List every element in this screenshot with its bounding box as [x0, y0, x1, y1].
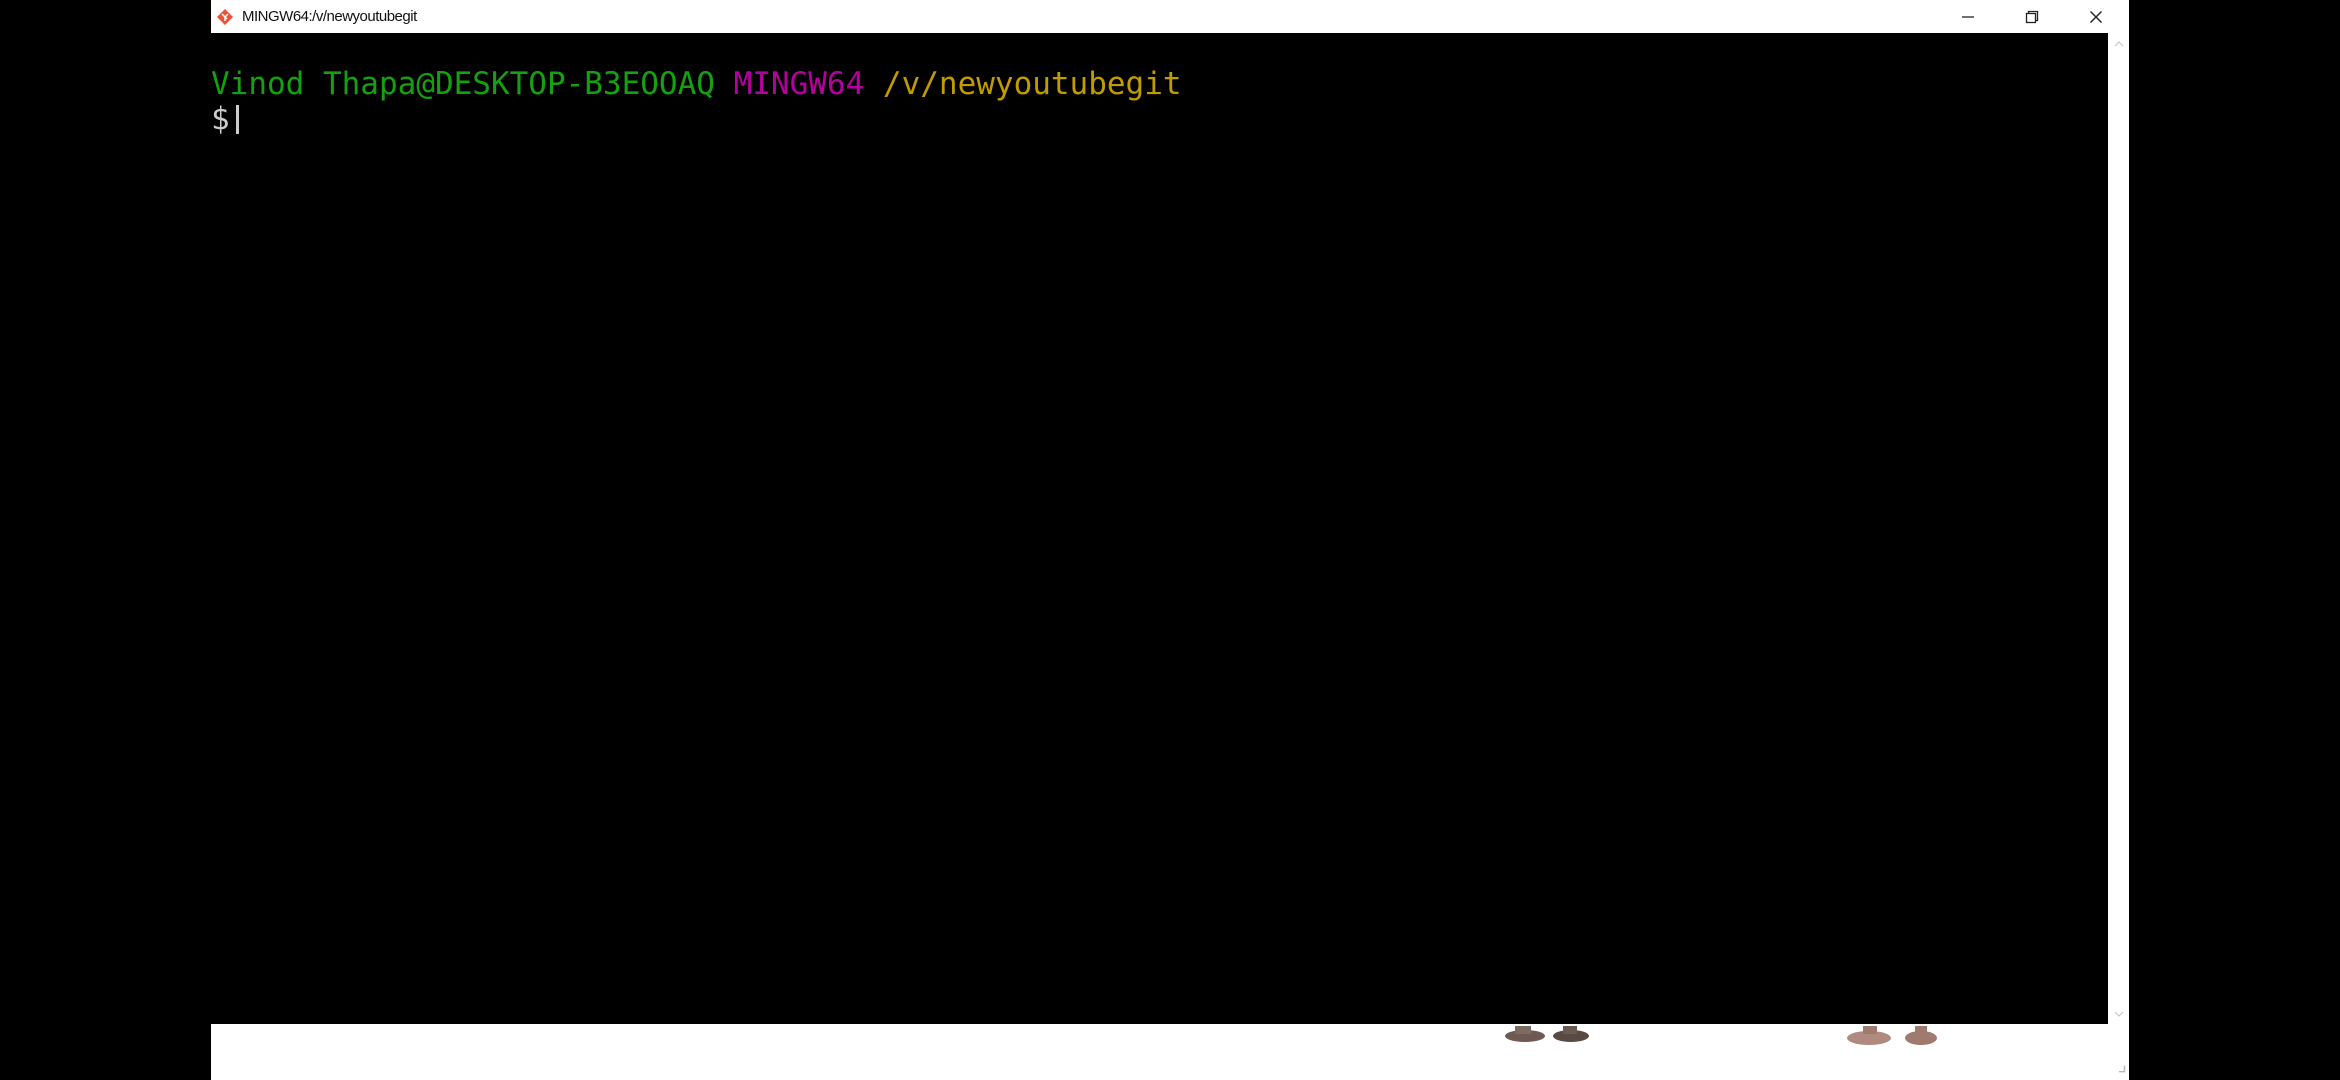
terminal-output[interactable]: Vinod Thapa@DESKTOP-B3EOOAQ MINGW64 /v/n… — [211, 33, 2108, 1024]
resize-grip-icon[interactable]: ⌟ — [2118, 1052, 2127, 1076]
chevron-down-icon — [2114, 1011, 2123, 1017]
terminal-window: MINGW64:/v/newyoutubegit Vinod Thapa@DES… — [211, 0, 2129, 1080]
minimize-button[interactable] — [1935, 0, 2001, 33]
prompt-system: MINGW64 — [733, 66, 865, 102]
scroll-down-button[interactable] — [2108, 1003, 2129, 1024]
title-bar[interactable]: MINGW64:/v/newyoutubegit — [211, 0, 2129, 33]
minimize-icon — [1962, 15, 1974, 18]
close-icon — [2090, 10, 2102, 23]
prompt-path: /v/newyoutubegit — [882, 66, 1182, 102]
scroll-up-button[interactable] — [2108, 33, 2129, 54]
prompt-user-host: Vinod Thapa@DESKTOP-B3EOOAQ — [211, 66, 715, 102]
decorative-figure-feet — [1505, 1026, 1589, 1042]
window-title: MINGW64:/v/newyoutubegit — [242, 8, 417, 25]
vertical-scrollbar[interactable] — [2108, 33, 2129, 1024]
chevron-up-icon — [2114, 40, 2123, 46]
decorative-figure-feet — [1847, 1026, 1937, 1045]
window-bottom-area: ⌟ — [211, 1024, 2129, 1080]
prompt-line: Vinod Thapa@DESKTOP-B3EOOAQ MINGW64 /v/n… — [211, 67, 2108, 102]
restore-icon — [2025, 10, 2039, 23]
git-bash-icon — [214, 6, 236, 28]
text-cursor — [235, 105, 239, 134]
input-line[interactable]: $ — [211, 102, 2108, 137]
prompt-symbol: $ — [211, 101, 230, 137]
restore-button[interactable] — [1999, 0, 2065, 33]
screen: MINGW64:/v/newyoutubegit Vinod Thapa@DES… — [0, 0, 2340, 1080]
close-button[interactable] — [2063, 0, 2129, 33]
